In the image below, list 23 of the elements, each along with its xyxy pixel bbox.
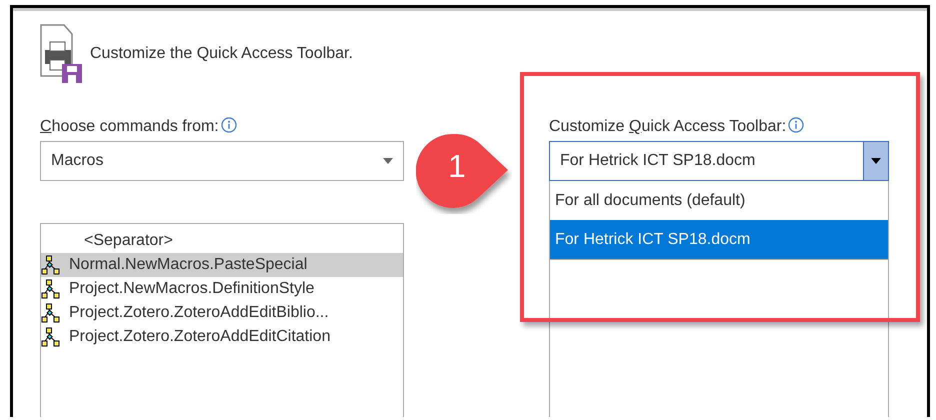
macro-icon <box>41 327 61 347</box>
dialog-title: Customize the Quick Access Toolbar. <box>90 44 353 64</box>
list-item[interactable]: Normal.NewMacros.PasteSpecial <box>41 253 403 277</box>
commands-dropdown[interactable]: Macros <box>40 141 404 181</box>
field-label: Customize Quick Access Toolbar: <box>549 118 786 135</box>
dropdown-button[interactable] <box>863 142 888 180</box>
dropdown-arrow-icon <box>871 158 881 164</box>
macro-icon <box>41 279 61 299</box>
list-item[interactable]: Project.Zotero.ZoteroAddEditBiblio... <box>41 301 403 325</box>
list-item[interactable]: <Separator> <box>41 229 403 253</box>
info-icon <box>788 117 804 133</box>
step-number: 1 <box>448 150 466 182</box>
list-item[interactable]: Project.NewMacros.DefinitionStyle <box>41 277 403 301</box>
dropdown-option[interactable]: For Hetrick ICT SP18.docm <box>550 220 888 259</box>
print-save-document-icon <box>40 24 84 84</box>
macro-icon <box>41 255 61 275</box>
info-icon <box>220 117 237 133</box>
dropdown-arrow-icon <box>383 158 393 164</box>
macro-icon <box>41 303 61 323</box>
list-item[interactable]: Project.Zotero.ZoteroAddEditCitation <box>41 325 403 349</box>
toolbar-combobox[interactable]: For Hetrick ICT SP18.docm <box>549 141 889 181</box>
field-label: Choose commands from: <box>40 118 219 135</box>
dropdown-option[interactable]: For all documents (default) <box>550 181 888 220</box>
